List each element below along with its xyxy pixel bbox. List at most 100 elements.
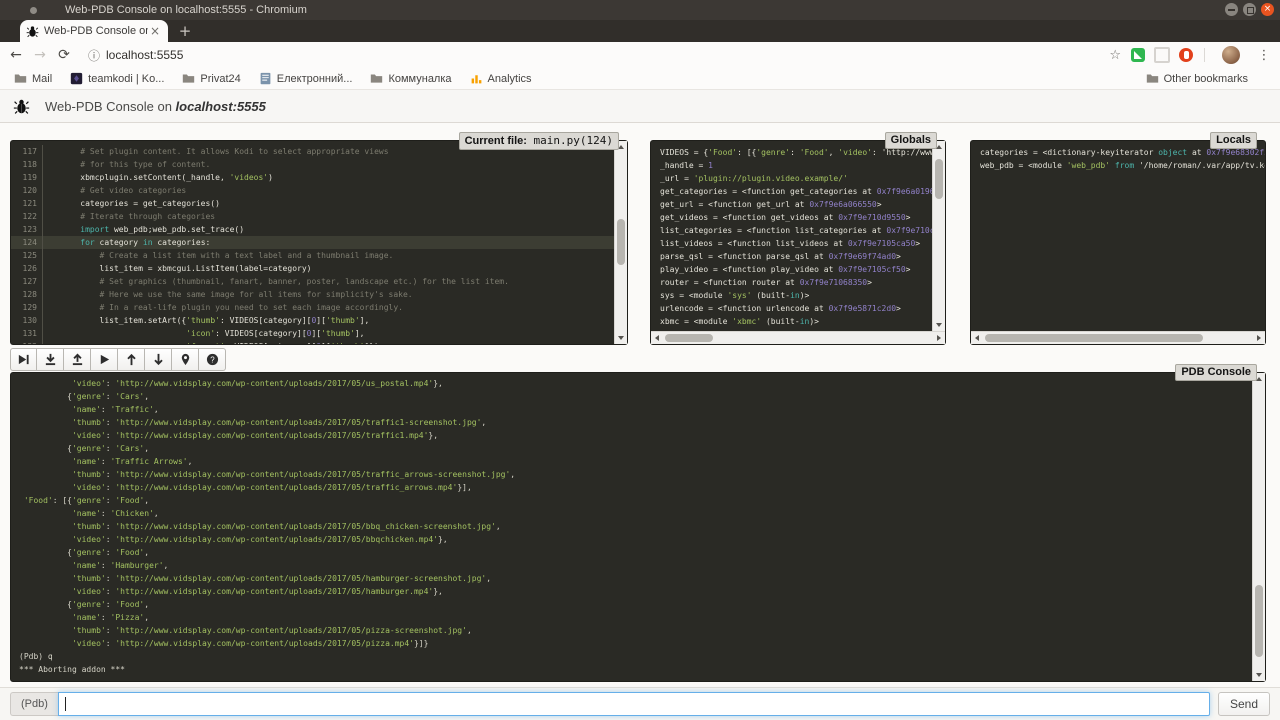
code-line: 'video': 'http://www.vidsplay.com/wp-con… bbox=[19, 585, 1252, 598]
line-text: xbmcplugin.setContent(_handle, 'videos') bbox=[43, 171, 614, 184]
where-button[interactable] bbox=[172, 348, 199, 371]
reload-button[interactable]: ⟳ bbox=[52, 47, 76, 63]
continue-button[interactable] bbox=[91, 348, 118, 371]
next-button[interactable] bbox=[10, 348, 37, 371]
line-text: *** Aborting addon *** bbox=[19, 663, 1252, 676]
scroll-down-arrow[interactable] bbox=[618, 336, 624, 340]
command-input-wrap bbox=[58, 692, 1210, 716]
code-line: 'video': 'http://www.vidsplay.com/wp-con… bbox=[19, 637, 1252, 650]
line-number: 123 bbox=[11, 223, 43, 236]
line-text: 'thumb': 'http://www.vidsplay.com/wp-con… bbox=[19, 624, 1252, 637]
locals-horizontal-scrollbar[interactable] bbox=[971, 331, 1265, 344]
locals-listing[interactable]: categories = <dictionary-keyiterator obj… bbox=[971, 141, 1265, 331]
bookmark-item-analytics[interactable]: Analytics bbox=[470, 72, 532, 85]
bookmark-item-mail[interactable]: Mail bbox=[14, 72, 52, 85]
line-text: list_item = xbmcgui.ListItem(label=categ… bbox=[43, 262, 614, 275]
up-button[interactable] bbox=[118, 348, 145, 371]
bookmark-item-teamkodi[interactable]: teamkodi | Ko... bbox=[70, 72, 164, 85]
code-vertical-scrollbar[interactable] bbox=[614, 141, 627, 344]
bookmark-item-privat24[interactable]: Privat24 bbox=[182, 72, 240, 85]
command-bar: (Pdb) Send bbox=[0, 687, 1280, 720]
return-button[interactable] bbox=[64, 348, 91, 371]
scrollbar-thumb[interactable] bbox=[1255, 585, 1263, 657]
send-button[interactable]: Send bbox=[1218, 692, 1270, 716]
code-line: 122 # Iterate through categories bbox=[11, 210, 614, 223]
folder-icon bbox=[1146, 72, 1159, 85]
minimize-button[interactable] bbox=[1225, 3, 1238, 16]
step-button[interactable] bbox=[37, 348, 64, 371]
maximize-icon bbox=[1247, 7, 1254, 14]
pdb-console-panel: PDB Console 'video': 'http://www.vidspla… bbox=[10, 372, 1266, 682]
locals-label: Locals bbox=[1210, 132, 1257, 149]
scrollbar-thumb[interactable] bbox=[665, 334, 713, 342]
scroll-down-arrow[interactable] bbox=[1256, 673, 1262, 677]
line-text: 'thumb': 'http://www.vidsplay.com/wp-con… bbox=[19, 416, 1252, 429]
tab-strip: Web-PDB Console on loca × + bbox=[0, 20, 1280, 42]
console-vertical-scrollbar[interactable] bbox=[1252, 373, 1265, 681]
line-number: 124 bbox=[11, 236, 43, 249]
help-button[interactable]: ? bbox=[199, 348, 226, 371]
line-number: 121 bbox=[11, 197, 43, 210]
profile-avatar[interactable] bbox=[1222, 46, 1240, 64]
bookmark-item-kommunalka[interactable]: Коммуналка bbox=[370, 72, 451, 85]
scroll-left-arrow[interactable] bbox=[975, 335, 979, 341]
code-line: get_url = <function get_url at 0x7f9e6a0… bbox=[660, 198, 932, 211]
other-bookmarks-button[interactable]: Other bookmarks bbox=[1146, 72, 1248, 85]
code-line: 118 # for this type of content. bbox=[11, 158, 614, 171]
page-title: Web-PDB Console on localhost:5555 bbox=[45, 99, 266, 114]
scroll-right-arrow[interactable] bbox=[1257, 335, 1261, 341]
maximize-button[interactable] bbox=[1243, 3, 1256, 16]
bookmark-item-electronniy[interactable]: Електронний... bbox=[259, 72, 353, 85]
code-line: router = <function router at 0x7f9e71068… bbox=[660, 276, 932, 289]
extension-red-icon[interactable] bbox=[1179, 48, 1193, 62]
browser-menu-button[interactable]: ⋮ bbox=[1254, 48, 1274, 63]
code-panel: Current file: main.py(124) 117 # Set plu… bbox=[10, 140, 628, 345]
browser-tab[interactable]: Web-PDB Console on loca × bbox=[20, 20, 168, 42]
code-line: _url = 'plugin://plugin.video.example/' bbox=[660, 172, 932, 185]
code-line: 128 # Here we use the same image for all… bbox=[11, 288, 614, 301]
line-number: 132 bbox=[11, 340, 43, 344]
code-line: {'genre': 'Cars', bbox=[19, 442, 1252, 455]
code-line: _handle = 1 bbox=[660, 159, 932, 172]
code-line: 126 list_item = xbmcgui.ListItem(label=c… bbox=[11, 262, 614, 275]
scroll-left-arrow[interactable] bbox=[655, 335, 659, 341]
extension-gray-icon[interactable] bbox=[1154, 47, 1170, 63]
scroll-down-arrow[interactable] bbox=[936, 323, 942, 327]
forward-button[interactable]: → bbox=[28, 47, 52, 63]
line-number: 127 bbox=[11, 275, 43, 288]
minimize-icon bbox=[1228, 9, 1235, 11]
down-button[interactable] bbox=[145, 348, 172, 371]
bookmark-star-icon[interactable]: ☆ bbox=[1109, 48, 1121, 63]
url-text[interactable]: localhost:5555 bbox=[106, 48, 183, 62]
extension-green-icon[interactable] bbox=[1131, 48, 1145, 62]
code-line: 'Food': [{'genre': 'Food', bbox=[19, 494, 1252, 507]
tab-close-button[interactable]: × bbox=[148, 24, 162, 38]
site-info-icon[interactable]: ⓘ bbox=[88, 47, 100, 64]
globals-vertical-scrollbar[interactable] bbox=[932, 141, 945, 331]
scroll-right-arrow[interactable] bbox=[937, 335, 941, 341]
line-text: 'thumb': 'http://www.vidsplay.com/wp-con… bbox=[19, 572, 1252, 585]
line-text: # for this type of content. bbox=[43, 158, 614, 171]
scrollbar-thumb[interactable] bbox=[985, 334, 1203, 342]
new-tab-button[interactable]: + bbox=[176, 22, 194, 40]
code-line: parse_qsl = <function parse_qsl at 0x7f9… bbox=[660, 250, 932, 263]
code-line: 129 # In a real-life plugin you need to … bbox=[11, 301, 614, 314]
page-title-host: localhost:5555 bbox=[176, 99, 266, 114]
globals-listing[interactable]: VIDEOS = {'Food': [{'genre': 'Food', 'vi… bbox=[651, 141, 932, 331]
scrollbar-thumb[interactable] bbox=[935, 159, 943, 199]
pdb-command-input[interactable] bbox=[58, 692, 1210, 716]
address-bar[interactable]: ⓘ localhost:5555 bbox=[80, 45, 1099, 65]
page-header: Web-PDB Console on localhost:5555 bbox=[0, 90, 1280, 123]
console-output[interactable]: 'video': 'http://www.vidsplay.com/wp-con… bbox=[11, 373, 1252, 681]
code-line: 'thumb': 'http://www.vidsplay.com/wp-con… bbox=[19, 416, 1252, 429]
scrollbar-thumb[interactable] bbox=[617, 219, 625, 265]
line-text: {'genre': 'Food', bbox=[19, 546, 1252, 559]
back-button[interactable]: ← bbox=[4, 47, 28, 63]
locals-panel: Locals categories = <dictionary-keyitera… bbox=[970, 140, 1266, 345]
code-line: 'name': 'Chicken', bbox=[19, 507, 1252, 520]
line-text: list_videos = <function list_videos at 0… bbox=[660, 237, 932, 250]
code-line: 131 'icon': VIDEOS[category][0]['thumb']… bbox=[11, 327, 614, 340]
globals-horizontal-scrollbar[interactable] bbox=[651, 331, 945, 344]
close-button[interactable]: × bbox=[1261, 3, 1274, 16]
code-listing[interactable]: 117 # Set plugin content. It allows Kodi… bbox=[11, 141, 614, 344]
